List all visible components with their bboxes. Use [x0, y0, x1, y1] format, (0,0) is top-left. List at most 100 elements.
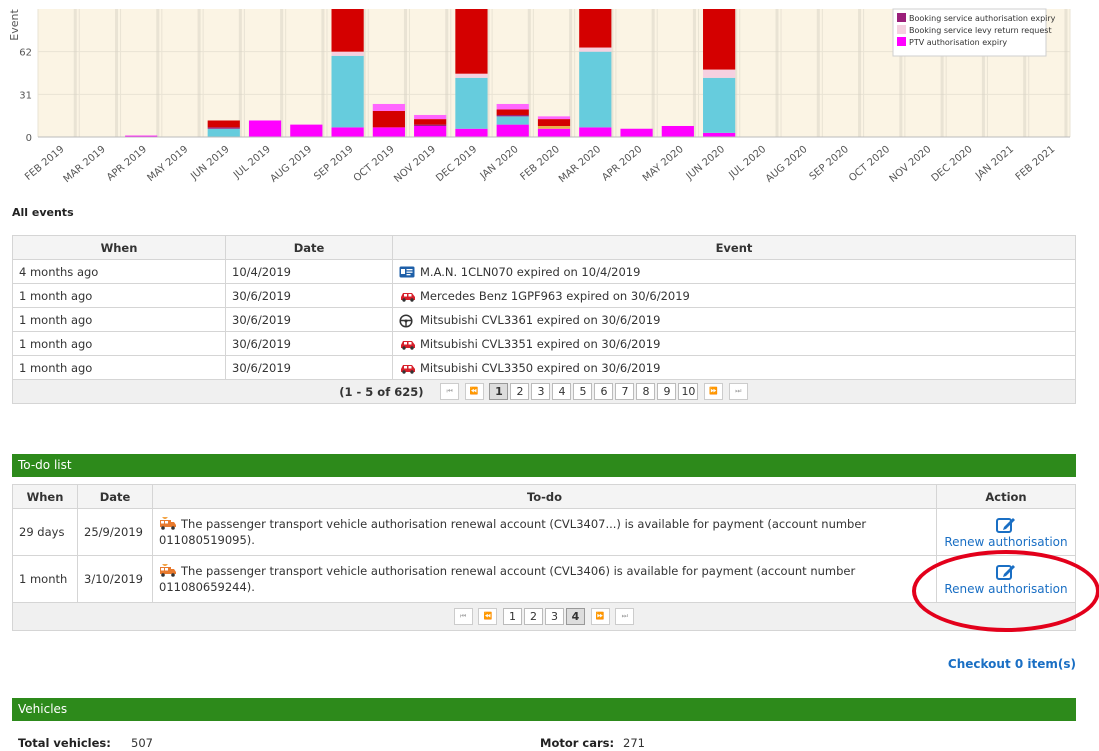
pager-page-5[interactable]: 5	[573, 383, 593, 400]
table-row[interactable]: 1 month 3/10/2019 The passenger transport …	[12, 555, 1076, 603]
renew-authorisation-link[interactable]: Renew authorisation	[937, 535, 1075, 549]
cell-when: 1 month ago	[12, 331, 226, 356]
x-tick-label: MAY 2020	[641, 144, 686, 184]
pager-last-button[interactable]: ⏭	[615, 608, 635, 625]
total-vehicles-label: Total vehicles:	[18, 736, 111, 750]
bar-segment	[620, 128, 653, 137]
bar-segment	[496, 116, 529, 125]
bar-segment	[331, 9, 364, 52]
cell-when: 1 month ago	[12, 355, 226, 380]
cell-event: Mitsubishi CVL3350 expired on 30/6/2019	[392, 355, 1076, 380]
cell-date: 3/10/2019	[77, 555, 153, 603]
bar-segment	[455, 73, 488, 78]
y-tick-label: 0	[26, 133, 32, 144]
pager-prev-button[interactable]: ⏪	[464, 383, 484, 400]
pager-page-2[interactable]: 2	[510, 383, 530, 400]
bar-segment	[207, 120, 240, 128]
cell-event: Mitsubishi CVL3351 expired on 30/6/2019	[392, 331, 1076, 356]
bar-segment	[703, 9, 736, 70]
cell-event: M.A.N. 1CLN070 expired on 10/4/2019	[392, 259, 1076, 284]
pager-page-4[interactable]: 4	[566, 608, 585, 625]
legend-swatch	[897, 37, 906, 46]
legend-swatch	[897, 25, 906, 34]
table-row[interactable]: 29 days 25/9/2019 The passenger transport …	[12, 508, 1076, 556]
pager-next-button[interactable]: ⏩	[590, 608, 610, 625]
pager-page-3[interactable]: 3	[545, 608, 564, 625]
col-event[interactable]: Event	[392, 235, 1076, 260]
todo-pager: ⏮ ⏪ 1234 ⏩ ⏭	[12, 602, 1076, 631]
bar-segment	[331, 127, 364, 137]
table-row[interactable]: 1 month ago 30/6/2019 Mitsubishi CVL3350 e…	[12, 355, 1076, 380]
bar-segment	[290, 124, 323, 137]
car-icon	[399, 362, 415, 374]
legend-label: Booking service authorisation expiry	[909, 14, 1056, 23]
pager-page-3[interactable]: 3	[531, 383, 551, 400]
x-tick-label: OCT 2020	[847, 144, 892, 184]
bar-segment	[537, 119, 571, 126]
bar-segment	[372, 103, 405, 111]
cell-date: 30/6/2019	[225, 331, 393, 356]
x-tick-label: FEB 2019	[23, 144, 67, 183]
renew-authorisation-link[interactable]: Renew authorisation	[937, 582, 1075, 596]
x-tick-label: OCT 2019	[352, 144, 397, 184]
edit-icon[interactable]	[995, 516, 1017, 534]
table-row[interactable]: 1 month ago 30/6/2019 Mitsubishi CVL3351 e…	[12, 331, 1076, 356]
bar-shadow	[321, 9, 325, 137]
bar-segment	[496, 103, 529, 110]
pager-page-6[interactable]: 6	[594, 383, 614, 400]
pager-page-8[interactable]: 8	[636, 383, 656, 400]
x-tick-label: JUL 2020	[726, 144, 768, 182]
bar-segment	[496, 124, 529, 137]
pager-page-4[interactable]: 4	[552, 383, 572, 400]
bar-shadow	[775, 9, 779, 137]
pager-page-2[interactable]: 2	[524, 608, 543, 625]
x-tick-label: JAN 2021	[973, 144, 1016, 182]
pager-page-1[interactable]: 1	[503, 608, 522, 625]
bar-segment	[331, 55, 364, 128]
pager-next-button[interactable]: ⏩	[704, 383, 724, 400]
pager-page-9[interactable]: 9	[657, 383, 677, 400]
col-date[interactable]: Date	[77, 484, 153, 509]
pager-last-button[interactable]: ⏭	[728, 383, 748, 400]
bar-segment	[537, 125, 571, 129]
motor-cars-value: 271	[623, 736, 645, 750]
bar-segment	[372, 127, 405, 137]
pager-page-10[interactable]: 10	[678, 383, 699, 400]
y-tick-label: 62	[19, 48, 32, 59]
chart-legend: Booking service authorisation expiry Book…	[892, 8, 1056, 57]
pager-first-button[interactable]: ⏮	[453, 608, 473, 625]
bar-segment	[537, 116, 571, 120]
todo-table: When Date To-do Action 29 days 25/9/2019 T…	[12, 484, 1076, 631]
cell-when: 1 month ago	[12, 283, 226, 308]
cell-action: Renew authorisation	[936, 555, 1076, 603]
x-tick-label: JUN 2019	[188, 144, 231, 183]
col-todo[interactable]: To-do	[152, 484, 937, 509]
checkout-link[interactable]: Checkout 0 item(s)	[948, 657, 1076, 671]
col-action[interactable]: Action	[936, 484, 1076, 509]
bar-segment	[496, 109, 529, 115]
bar-shadow	[238, 9, 242, 137]
pager-page-7[interactable]: 7	[615, 383, 635, 400]
bar-segment	[372, 110, 405, 128]
cell-date: 30/6/2019	[225, 307, 393, 332]
edit-icon[interactable]	[995, 563, 1017, 581]
cell-date: 30/6/2019	[225, 355, 393, 380]
events-pager: (1 - 5 of 625) ⏮ ⏪ 1 2 3 4 5 6 7 8 9 10 ⏩ ⏭	[12, 379, 1076, 404]
pager-prev-button[interactable]: ⏪	[478, 608, 498, 625]
cell-todo: The passenger transport vehicle authoris…	[152, 508, 937, 556]
col-when[interactable]: When	[12, 235, 226, 260]
y-tick-label: 31	[19, 90, 32, 101]
table-row[interactable]: 4 months ago 10/4/2019 M.A.N. 1CLN070 expi…	[12, 259, 1076, 284]
table-row[interactable]: 1 month ago 30/6/2019 Mitsubishi CVL3361 e…	[12, 307, 1076, 332]
col-date[interactable]: Date	[225, 235, 393, 260]
pager-page-1[interactable]: 1	[489, 383, 509, 400]
event-text: M.A.N. 1CLN070 expired on 10/4/2019	[420, 264, 641, 279]
table-row[interactable]: 1 month ago 30/6/2019 Mercedes Benz 1GPF96…	[12, 283, 1076, 308]
x-tick-label: JUL 2019	[231, 144, 273, 182]
todo-header: To-do list	[12, 454, 1076, 477]
event-text: Mitsubishi CVL3361 expired on 30/6/2019	[420, 312, 661, 327]
pager-first-button[interactable]: ⏮	[440, 383, 460, 400]
col-when[interactable]: When	[12, 484, 78, 509]
x-tick-label: AUG 2020	[764, 144, 810, 185]
cell-date: 10/4/2019	[225, 259, 393, 284]
